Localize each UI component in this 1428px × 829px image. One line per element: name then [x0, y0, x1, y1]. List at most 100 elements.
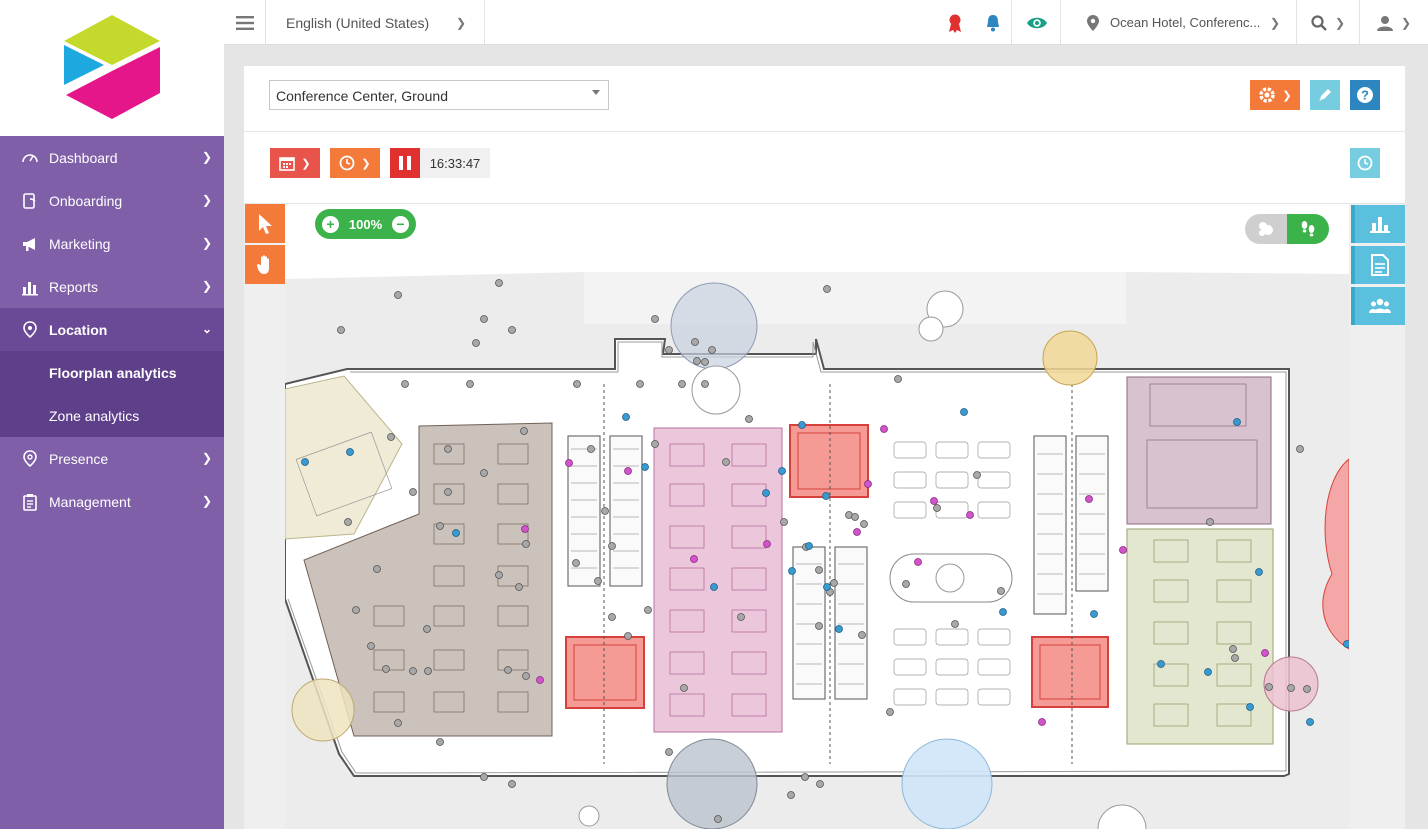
tablet-wifi-icon [20, 191, 40, 211]
clipboard-icon [20, 492, 40, 512]
logo-area [0, 0, 224, 136]
divider [244, 131, 1405, 132]
topbar: English (United States) ❯ Ocean Hotel, C… [224, 0, 1428, 45]
help-icon: ? [1357, 87, 1373, 103]
sidebar-item-location[interactable]: Location ⌄ [0, 308, 224, 351]
sidebar-subitem-label: Zone analytics [49, 407, 140, 424]
sidebar-item-label: Management [49, 493, 131, 510]
edit-button[interactable] [1310, 80, 1340, 110]
sidebar-item-label: Reports [49, 278, 99, 295]
location-submenu: Floorplan analytics Zone analytics [0, 351, 224, 437]
bar-chart-icon [1370, 217, 1390, 233]
chevron-right-icon: ❯ [301, 157, 311, 170]
gear-icon [1259, 87, 1276, 103]
footprints-icon [1301, 221, 1315, 237]
sidebar-item-reports[interactable]: Reports ❯ [0, 265, 224, 308]
award-button[interactable] [936, 0, 974, 45]
sidebar-item-label: Onboarding [49, 192, 123, 209]
user-menu-button[interactable]: ❯ [1360, 0, 1428, 45]
clock-icon [339, 155, 355, 171]
map-pin-icon [1087, 14, 1099, 31]
floorplan-map[interactable]: + 100% − [244, 204, 1405, 829]
chevron-right-icon: ❯ [201, 279, 212, 293]
zoom-out-button[interactable]: − [392, 215, 409, 233]
sidebar-item-label: Marketing [49, 235, 111, 252]
history-button[interactable] [1350, 148, 1380, 178]
sidebar-item-label: Presence [49, 450, 109, 467]
pan-tool-button[interactable] [245, 245, 285, 284]
floorplan-canvas[interactable] [244, 204, 1405, 829]
sidebar-item-label: Location [49, 321, 108, 338]
menu-toggle-button[interactable] [224, 0, 266, 45]
map-pin-icon [20, 320, 40, 340]
users-group-icon [1369, 298, 1391, 313]
pause-button[interactable] [390, 148, 420, 178]
notifications-button[interactable] [974, 0, 1012, 45]
floor-selector-value: Conference Center, Ground [276, 88, 448, 104]
svg-text:?: ? [1361, 88, 1369, 103]
sidebar-item-onboarding[interactable]: Onboarding ❯ [0, 179, 224, 222]
ribbon-icon [949, 14, 961, 33]
floor-selector-dropdown[interactable]: Conference Center, Ground [269, 80, 609, 110]
sidebar-subitem-floorplan-analytics[interactable]: Floorplan analytics [0, 351, 224, 394]
chevron-right-icon: ❯ [201, 193, 212, 207]
chevron-right-icon: ❯ [201, 150, 212, 164]
sidebar-item-label: Dashboard [49, 149, 118, 166]
sidebar-item-marketing[interactable]: Marketing ❯ [0, 222, 224, 265]
sidebar-item-management[interactable]: Management ❯ [0, 480, 224, 523]
language-label: English (United States) [286, 14, 430, 31]
zoom-in-button[interactable]: + [322, 215, 339, 233]
clock-icon [1357, 155, 1373, 171]
chevron-right-icon: ❯ [201, 451, 212, 465]
chevron-down-icon: ⌄ [201, 322, 212, 336]
chevron-right-icon: ❯ [455, 15, 466, 30]
sidebar-subitem-label: Floorplan analytics [49, 364, 177, 381]
search-icon [1311, 14, 1327, 31]
chevron-right-icon: ❯ [1400, 15, 1412, 30]
chevron-right-icon: ❯ [201, 236, 212, 250]
footprints-view-option[interactable] [1287, 214, 1329, 244]
chevron-right-icon: ❯ [201, 494, 212, 508]
document-icon [1371, 254, 1389, 276]
map-side-panel [1349, 204, 1405, 829]
venue-selector[interactable]: Ocean Hotel, Conferenc... ❯ [1061, 0, 1297, 45]
chevron-right-icon: ❯ [1282, 89, 1292, 102]
eye-icon [1026, 17, 1047, 28]
pencil-icon [1319, 89, 1331, 101]
statistics-tab-button[interactable] [1351, 205, 1405, 243]
chevron-right-icon: ❯ [1269, 15, 1280, 30]
calendar-icon [279, 157, 296, 171]
playback-time: 16:33:47 [420, 148, 490, 178]
speedometer-icon [20, 148, 40, 168]
visitors-tab-button[interactable] [1351, 287, 1405, 325]
location-marker-icon [20, 449, 40, 469]
user-icon [1376, 15, 1393, 31]
sidebar: Dashboard ❯ Onboarding ❯ Marketing ❯ Rep… [0, 0, 224, 829]
zoom-level: 100% [348, 216, 383, 232]
chevron-right-icon: ❯ [1334, 15, 1346, 30]
language-selector[interactable]: English (United States) ❯ [266, 0, 485, 45]
hand-icon [257, 254, 269, 274]
bell-icon [986, 14, 999, 31]
sidebar-item-dashboard[interactable]: Dashboard ❯ [0, 136, 224, 179]
time-picker-button[interactable]: ❯ [330, 148, 380, 178]
sidebar-subitem-zone-analytics[interactable]: Zone analytics [0, 394, 224, 437]
cursor-icon [259, 213, 272, 234]
settings-button[interactable]: ❯ [1250, 80, 1300, 110]
select-tool-button[interactable] [245, 204, 285, 243]
date-picker-button[interactable]: ❯ [270, 148, 320, 178]
hamburger-icon [235, 15, 254, 30]
pause-icon [399, 156, 411, 170]
cloud-blob-icon [1259, 222, 1273, 236]
sidebar-item-presence[interactable]: Presence ❯ [0, 437, 224, 480]
report-tab-button[interactable] [1351, 246, 1405, 284]
brand-logo-icon [64, 15, 160, 119]
chevron-right-icon: ❯ [361, 157, 371, 170]
heatmap-view-option[interactable] [1245, 214, 1287, 244]
search-button[interactable]: ❯ [1297, 0, 1360, 45]
megaphone-icon [20, 234, 40, 254]
visibility-toggle-button[interactable] [1013, 0, 1061, 45]
floorplan-panel: Conference Center, Ground ❯ ? ❯ ❯ 16:33:… [244, 66, 1405, 829]
view-mode-toggle[interactable] [1245, 214, 1329, 244]
help-button[interactable]: ? [1350, 80, 1380, 110]
